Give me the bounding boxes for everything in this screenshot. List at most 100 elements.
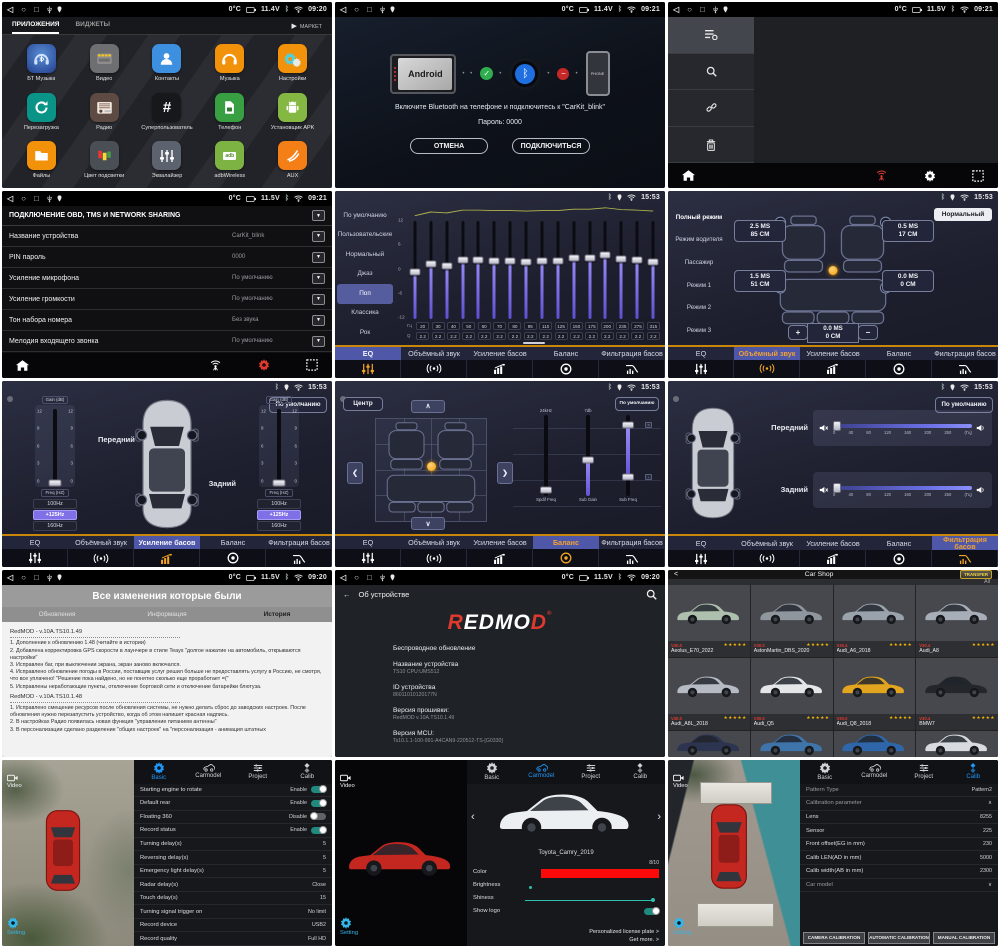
- tab-basic[interactable]: Basic: [800, 762, 850, 781]
- toggle-on[interactable]: [311, 786, 326, 793]
- app-radio[interactable]: Радио: [73, 87, 136, 135]
- profile-button[interactable]: Нормальный: [934, 208, 992, 221]
- mode-4[interactable]: Режим 2: [670, 297, 728, 320]
- tab-eq[interactable]: EQ: [335, 536, 401, 549]
- tab-eq[interactable]: EQ: [668, 347, 734, 360]
- search-icon[interactable]: [646, 589, 657, 600]
- app-phone[interactable]: Телефон: [198, 87, 261, 135]
- tab-0[interactable]: Обновления: [2, 611, 112, 618]
- tab-eq-icon[interactable]: [668, 360, 734, 378]
- tab-bass-filter[interactable]: Фильтрация басов: [266, 536, 332, 549]
- market-button[interactable]: ▶МАРКЕТ: [291, 23, 322, 34]
- cancel-button[interactable]: ОТМЕНА: [410, 138, 488, 154]
- app-video[interactable]: Видео: [73, 39, 136, 87]
- video-button[interactable]: Video: [340, 774, 355, 789]
- plus-button[interactable]: +: [788, 325, 808, 340]
- eq-band-slider[interactable]: [550, 219, 566, 320]
- car-card[interactable]: V30.0★★★★★AstonMartin_DBS_2020: [751, 585, 833, 657]
- tab-basic[interactable]: Basic: [134, 762, 184, 781]
- right-chevron-button[interactable]: ❯: [497, 462, 513, 484]
- tab-balance[interactable]: Баланс: [200, 536, 266, 549]
- eq-band-slider[interactable]: [486, 219, 502, 320]
- mode-5[interactable]: Режим 3: [670, 320, 728, 343]
- app-apk-installer[interactable]: Установщик APK: [261, 87, 324, 135]
- home-icon[interactable]: [682, 170, 695, 181]
- car-card-partial[interactable]: [834, 731, 916, 756]
- front-right-delay[interactable]: 0.5 MS17 CM: [882, 220, 934, 242]
- app-equalizer[interactable]: Эквалайзер: [136, 136, 199, 184]
- tab-bass-filter-icon[interactable]: [599, 360, 665, 378]
- preset-0[interactable]: По умолчанию: [337, 206, 393, 225]
- app-music[interactable]: Музыка: [198, 39, 261, 87]
- tab-surround-sound[interactable]: Объёмный звук: [401, 347, 467, 360]
- mute-speaker-icon[interactable]: [819, 424, 829, 432]
- tab-carmodel[interactable]: Carmodel: [850, 764, 900, 779]
- calibration-button-0[interactable]: CAMERA CALIBRATION: [803, 932, 865, 944]
- left-chevron-button[interactable]: ❮: [347, 462, 363, 484]
- tab-balance-icon[interactable]: [533, 549, 599, 567]
- dropdown-button[interactable]: ▼: [312, 273, 325, 284]
- mute-speaker-icon[interactable]: [819, 486, 829, 494]
- freq-option-1[interactable]: +125Hz: [257, 510, 301, 520]
- eq-band-slider[interactable]: [598, 219, 614, 320]
- eq-slider-thumb[interactable]: [536, 257, 547, 264]
- nav-home-icon[interactable]: ○: [21, 195, 29, 203]
- tab-balance-icon[interactable]: [533, 360, 599, 378]
- tab-carmodel[interactable]: Carmodel: [517, 764, 567, 779]
- tab-bass-boost-icon[interactable]: [800, 550, 866, 567]
- tab-bass-filter[interactable]: Фильтрация басов: [932, 347, 998, 360]
- toggle-on[interactable]: [311, 800, 326, 807]
- antenna-icon[interactable]: [875, 170, 888, 181]
- preset-3[interactable]: Джаз: [337, 265, 393, 284]
- car-card[interactable]: V30.4★★★★★Audi_A8: [916, 585, 998, 657]
- tab-bass-filter-icon[interactable]: [932, 550, 998, 567]
- app-bt-music[interactable]: БТ Музыка: [10, 39, 73, 87]
- slider-thumb-lower[interactable]: [622, 473, 634, 480]
- tab-balance-icon[interactable]: [866, 550, 932, 567]
- eq-band-slider[interactable]: [582, 219, 598, 320]
- dropdown-button[interactable]: ▼: [312, 315, 325, 326]
- app-superuser[interactable]: #Суперпользователь: [136, 87, 199, 135]
- dropdown-button[interactable]: ▼: [312, 252, 325, 263]
- eq-slider-thumb[interactable]: [616, 255, 627, 262]
- tab-basic[interactable]: Basic: [467, 762, 517, 781]
- connect-button[interactable]: ПОДКЛЮЧИТЬСЯ: [512, 138, 590, 154]
- screen-frame-icon[interactable]: [306, 359, 318, 371]
- eq-slider-thumb[interactable]: [409, 269, 420, 276]
- nav-back-icon[interactable]: ◁: [7, 574, 16, 582]
- tab-eq[interactable]: EQ: [668, 536, 734, 550]
- car-card[interactable]: V30.0★★★★★Audi_Q5: [751, 658, 833, 730]
- tab-surround-sound[interactable]: Объёмный звук: [734, 347, 800, 360]
- tab-bass-boost[interactable]: Усиление басов: [800, 347, 866, 360]
- freq-option-1[interactable]: +125Hz: [33, 510, 77, 520]
- tab-bass-boost[interactable]: Усиление басов: [467, 347, 533, 360]
- row-control[interactable]: [525, 906, 659, 917]
- freq-option-2[interactable]: 160Hz: [33, 521, 77, 531]
- tab-bass-boost-icon[interactable]: [800, 360, 866, 378]
- video-button[interactable]: Video: [7, 774, 22, 789]
- eq-slider-thumb[interactable]: [457, 256, 468, 263]
- car-card[interactable]: V30.4★★★★★Audi_A6_2018: [834, 585, 916, 657]
- calibration-button-2[interactable]: MANUAL CALIBRATION: [933, 932, 995, 944]
- car-card-partial[interactable]: [916, 731, 998, 756]
- eq-band-slider[interactable]: [455, 219, 471, 320]
- tab-applications[interactable]: ПРИЛОЖЕНИЯ: [12, 21, 59, 34]
- freq-option-2[interactable]: 160Hz: [257, 521, 301, 531]
- tab-bass-boost-icon[interactable]: [134, 549, 200, 567]
- tab-eq-icon[interactable]: [2, 549, 68, 567]
- gain-thumb[interactable]: [49, 479, 62, 486]
- freq-option-0[interactable]: 100Hz: [33, 499, 77, 509]
- nav-back-icon[interactable]: ◁: [7, 195, 16, 203]
- tab-surround-sound-icon[interactable]: [401, 549, 467, 567]
- eq-slider-thumb[interactable]: [473, 256, 484, 263]
- tab-eq-icon[interactable]: [335, 549, 401, 567]
- dropdown-button[interactable]: ▼: [312, 210, 325, 221]
- speaker-icon[interactable]: [976, 486, 986, 494]
- nav-home-icon[interactable]: ○: [21, 6, 29, 14]
- tab-bass-boost-icon[interactable]: [467, 549, 533, 567]
- tab-eq-icon[interactable]: [668, 550, 734, 567]
- tab-balance-icon[interactable]: [200, 549, 266, 567]
- eq-slider-thumb[interactable]: [505, 257, 516, 264]
- app-contacts[interactable]: Контакты: [136, 39, 199, 87]
- tab-bass-filter-icon[interactable]: [266, 549, 332, 567]
